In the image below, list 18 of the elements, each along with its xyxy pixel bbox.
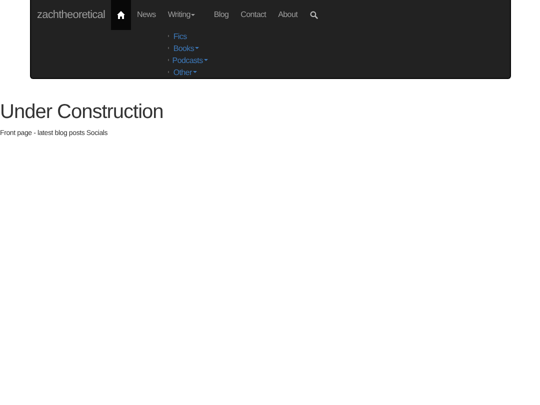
search-icon (310, 11, 318, 19)
caret-icon (204, 59, 208, 61)
submenu-link[interactable]: Podcasts (172, 56, 208, 64)
nav-link[interactable]: Contact (234, 0, 272, 30)
brand-link[interactable]: zachtheoretical (31, 0, 111, 30)
submenu-link[interactable]: Books (173, 44, 200, 52)
nav-dropdown[interactable]: Writing (162, 0, 202, 30)
home-tab[interactable] (111, 0, 131, 30)
caret-icon (191, 14, 196, 16)
submenu-link[interactable]: Other (173, 68, 197, 76)
submenu-link[interactable]: Fics (173, 32, 187, 40)
nav-link[interactable]: News (131, 0, 162, 30)
caret-icon (192, 71, 197, 73)
page-heading: Under Construction (0, 101, 164, 124)
nav-link[interactable]: About (272, 0, 304, 30)
nav-link[interactable]: Blog (208, 0, 235, 30)
home-icon (117, 11, 125, 19)
caret-icon (195, 47, 200, 49)
